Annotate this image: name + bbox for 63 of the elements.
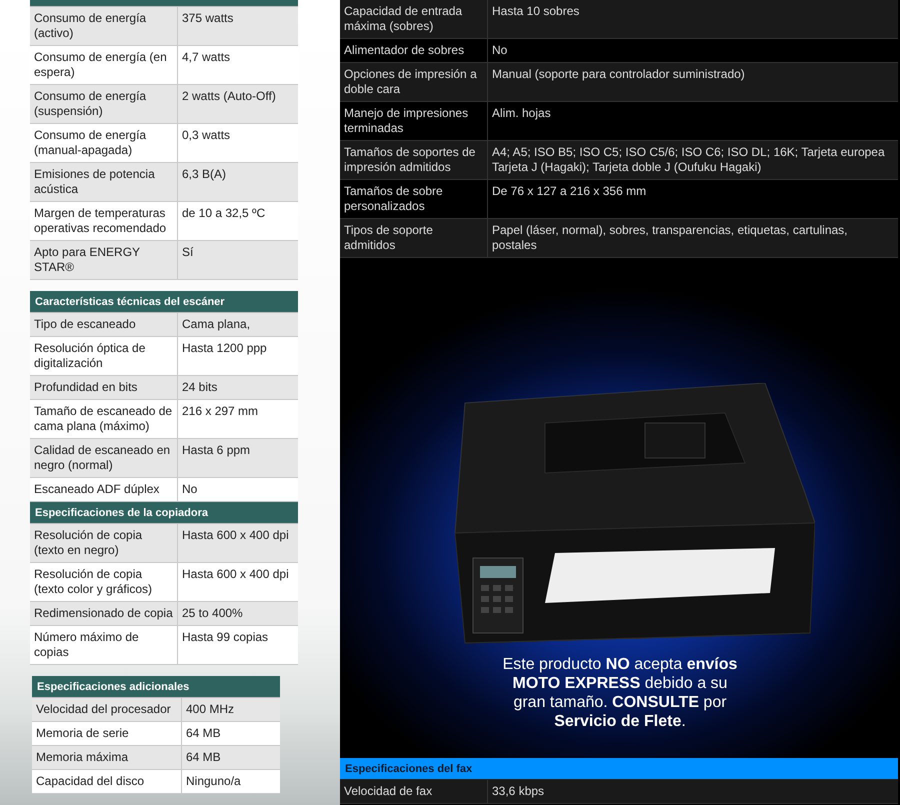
spec-label: Capacidad de entrada máxima (sobres) [340, 0, 488, 38]
spec-value: 375 watts [181, 10, 234, 27]
spec-label: Alimentador de sobres [340, 39, 488, 62]
spec-label: Consumo de energía (manual-apagada) [30, 124, 178, 162]
section-header: Especificaciones de la copiadora [30, 502, 298, 524]
spec-label: Tamaños de soportes de impresión admitidos [340, 141, 488, 179]
shipping-notice: Este producto NO acepta envíos MOTO EXPRESS debido a su gran tamaño. CONSULTE por Servicio de Flete. [502, 655, 738, 731]
spec-label: Consumo de energía (suspensión) [30, 85, 178, 123]
spec-value: de 10 a 32,5 ºC [181, 205, 266, 222]
spec-value: 6,3 B(A) [181, 166, 228, 183]
spec-value: Sí [181, 244, 194, 261]
spec-label: Manejo de impresiones terminadas [340, 102, 488, 140]
spec-label: Memoria de serie [32, 722, 182, 745]
spec-label: Escaneado ADF dúplex [30, 478, 178, 501]
spec-value: 216 x 297 mm [181, 403, 260, 420]
spec-label: Margen de temperaturas operativas recomendado [30, 202, 178, 240]
spec-value: No [181, 481, 198, 498]
spec-value: 33,6 kbps [491, 783, 546, 800]
spec-label: Consumo de energía (activo) [30, 7, 178, 45]
spec-value: Alim. hojas [491, 105, 552, 122]
spec-value: Hasta 600 x 400 dpi [181, 527, 290, 544]
spec-label: Profundidad en bits [30, 376, 178, 399]
spec-value: Hasta 10 sobres [491, 3, 580, 20]
spec-value: Manual (soporte para controlador suministrado) [491, 66, 746, 83]
section-header: Especificaciones adicionales [32, 676, 280, 698]
spec-value: Hasta 600 x 400 dpi [181, 566, 290, 583]
spec-label: Resolución óptica de digitalización [30, 337, 178, 375]
spec-value: 0,3 watts [181, 127, 232, 144]
spec-label: Tipos de soporte admitidos [340, 219, 488, 257]
spec-label: Velocidad del procesador [32, 698, 182, 721]
spec-value: Papel (láser, normal), sobres, transparencias, etiquetas, cartulinas, postales [491, 222, 849, 254]
spec-label: Tamaño de escaneado de cama plana (máximo) [30, 400, 178, 438]
spec-label: Número máximo de copias [30, 626, 178, 664]
spec-value: Cama plana, [181, 316, 252, 333]
spec-label: Consumo de energía (en espera) [30, 46, 178, 84]
spec-value: A4; A5; ISO B5; ISO C5; ISO C5/6; ISO C6; ISO DL; 16K; Tarjeta europea Tarjeta J (Hagaki); Tarjeta doble J (Oufuku Hagaki) [491, 144, 886, 176]
spec-label: Velocidad de fax [340, 780, 488, 803]
spec-label: Redimensionado de copia [30, 602, 178, 625]
spec-label: Resolución de copia (texto en negro) [30, 524, 178, 562]
spec-value: De 76 x 127 a 216 x 356 mm [491, 183, 648, 200]
spec-value: 64 MB [185, 749, 222, 766]
spec-value: Hasta 1200 ppp [181, 340, 268, 357]
spec-label: Opciones de impresión a doble cara [340, 63, 488, 101]
spec-value: 64 MB [185, 725, 222, 742]
spec-label: Calidad de escaneado en negro (normal) [30, 439, 178, 477]
spec-value: Hasta 6 ppm [181, 442, 252, 459]
spec-label: Emisiones de potencia acústica [30, 163, 178, 201]
section-header: Características técnicas del escáner [30, 291, 298, 313]
spec-label: Apto para ENERGY STAR® [30, 241, 178, 279]
spec-label: Tipo de escaneado [30, 313, 178, 336]
spec-label: Memoria máxima [32, 746, 182, 769]
spec-value: 2 watts (Auto-Off) [181, 88, 277, 105]
spec-value: 25 to 400% [181, 605, 244, 622]
spec-label: Tamaños de sobre personalizados [340, 180, 488, 218]
spec-label: Capacidad del disco [32, 770, 182, 793]
spec-value: Ninguno/a [185, 773, 242, 790]
spec-value: 4,7 watts [181, 49, 232, 66]
spec-value: 24 bits [181, 379, 218, 396]
spec-label: Resolución de copia (texto color y gráficos) [30, 563, 178, 601]
spec-value: Hasta 99 copias [181, 629, 270, 646]
spec-value: No [491, 42, 508, 59]
spec-value: 400 MHz [185, 701, 236, 718]
section-header: Especificaciones del fax [340, 758, 898, 780]
